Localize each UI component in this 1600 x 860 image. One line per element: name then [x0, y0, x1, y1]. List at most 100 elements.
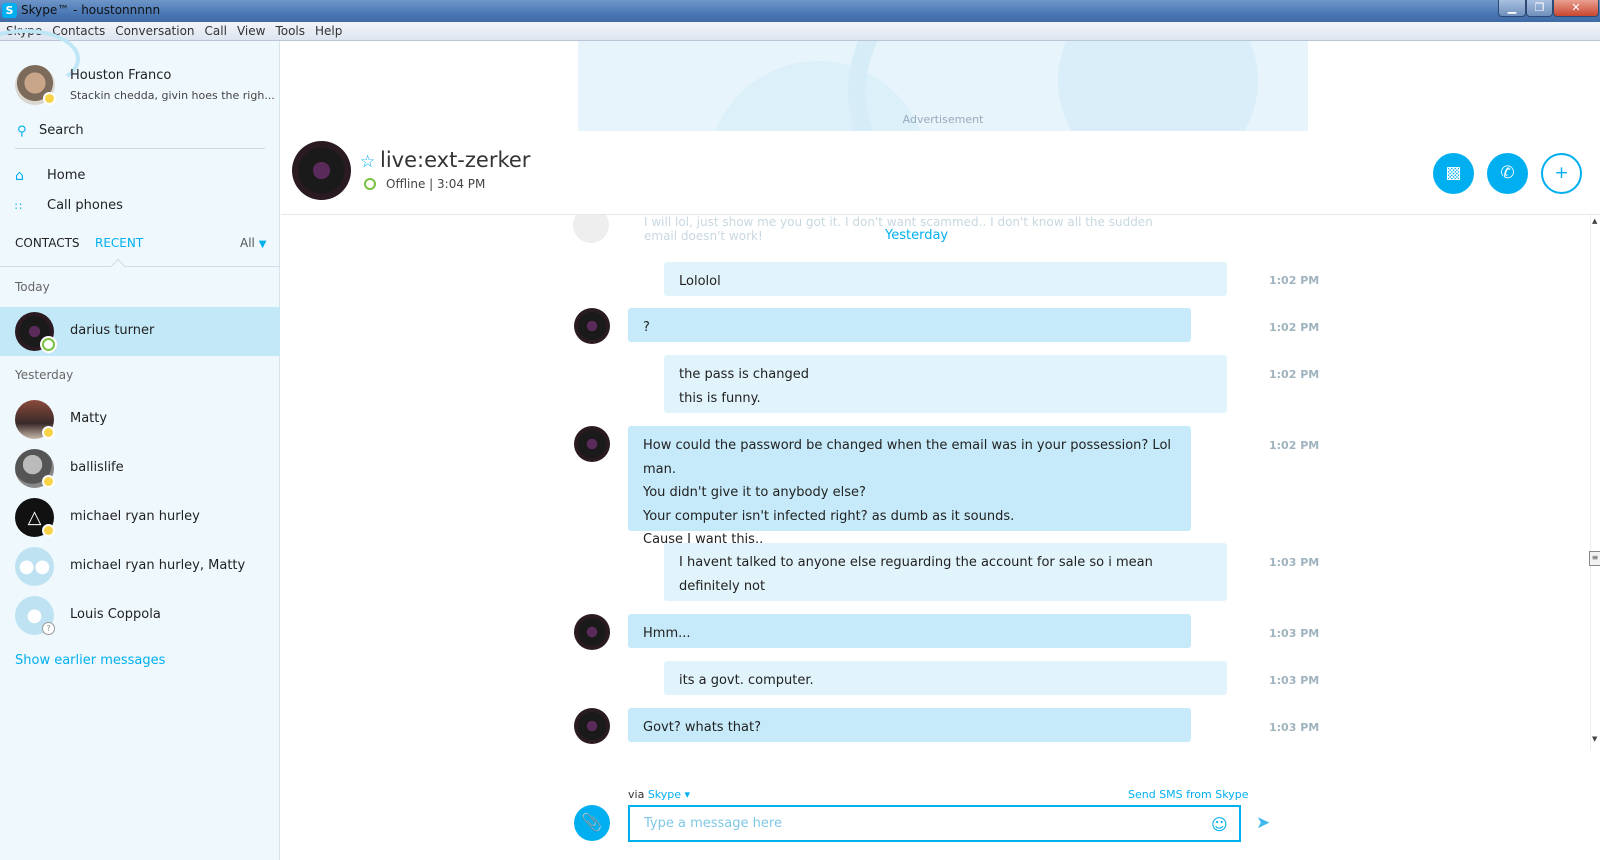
menu-call[interactable]: Call [200, 22, 232, 41]
close-window-button[interactable]: ✕ [1553, 0, 1599, 17]
message-timestamp: 1:02 PM [1269, 321, 1320, 334]
contact-item-michael-ryan-hurley[interactable]: △ michael ryan hurley [0, 493, 280, 542]
presence-offline-icon [364, 178, 376, 190]
message-bubble-incoming[interactable]: Govt? whats that? [628, 708, 1191, 742]
search-label: Search [39, 123, 84, 138]
message-timestamp: 1:03 PM [1269, 556, 1320, 569]
contact-name: michael ryan hurley, Matty [70, 558, 246, 573]
tab-recent[interactable]: RECENT [95, 236, 143, 250]
status-online-icon [42, 338, 55, 351]
show-earlier-messages-link[interactable]: Show earlier messages [15, 653, 165, 668]
menu-bar: Skype Contacts Conversation Call View Tools He… [0, 22, 1600, 41]
contact-item-louis-coppola[interactable]: ● ? Louis Coppola [0, 591, 280, 640]
chat-history[interactable]: I will lol, just show me you got it. I d… [281, 215, 1590, 750]
tab-divider [0, 266, 280, 267]
menu-conversation[interactable]: Conversation [110, 22, 199, 41]
contact-item-darius-turner[interactable]: darius turner [0, 307, 280, 356]
my-mood-message[interactable]: Stackin chedda, givin hoes the righ... [70, 89, 275, 102]
message-input[interactable] [628, 805, 1241, 842]
message-line: the pass is changed [679, 367, 809, 382]
contact-item-ballislife[interactable]: ballislife [0, 444, 280, 493]
message-bubble-incoming[interactable]: ? [628, 308, 1191, 342]
chevron-down-icon: ▾ [684, 788, 691, 801]
scroll-up-arrow-icon[interactable]: ▲ [1592, 217, 1597, 225]
status-away-icon [42, 475, 55, 488]
my-name[interactable]: Houston Franco [70, 68, 171, 83]
status-away-icon [42, 426, 55, 439]
contact-item-group-chat[interactable]: ●● michael ryan hurley, Matty [0, 542, 280, 591]
chat-scrollbar[interactable]: ▲ ≡ ▼ [1589, 215, 1600, 750]
message-line: Your computer isn't infected right? as d… [643, 508, 1015, 524]
video-call-button[interactable]: ▩ [1433, 153, 1474, 194]
phone-icon: ✆ [1500, 163, 1515, 183]
conversation-name[interactable]: live:ext-zerker [380, 148, 530, 172]
conversation-avatar[interactable] [292, 141, 351, 200]
my-status-away-icon[interactable] [43, 92, 56, 105]
scroll-down-arrow-icon[interactable]: ▼ [1592, 735, 1597, 743]
contact-tabs: CONTACTS RECENT All ▼ [15, 236, 270, 260]
presence-text: Offline | 3:04 PM [386, 177, 486, 191]
message-bubble-incoming[interactable]: Hmm... [628, 614, 1191, 648]
message-bubble-outgoing[interactable]: the pass is changed this is funny. [664, 355, 1227, 413]
nav-home[interactable]: ⌂ Home [15, 166, 265, 190]
section-yesterday: Yesterday [15, 368, 74, 382]
video-camera-icon: ▩ [1445, 163, 1462, 183]
message-line: ? [643, 320, 650, 335]
menu-view[interactable]: View [232, 22, 270, 41]
maximize-button[interactable]: ❐ [1526, 0, 1553, 17]
contact-name: darius turner [70, 323, 155, 338]
sidebar: Houston Franco Stackin chedda, givin hoe… [0, 29, 280, 860]
message-timestamp: 1:02 PM [1269, 368, 1320, 381]
emoticon-icon[interactable]: ☺ [1211, 815, 1228, 834]
section-today: Today [15, 280, 50, 294]
message-line: this is funny. [679, 390, 761, 406]
filter-label: All [240, 236, 255, 250]
send-message-icon[interactable]: ➤ [1256, 813, 1270, 833]
message-timestamp: 1:02 PM [1269, 439, 1320, 452]
status-unknown-icon: ? [42, 622, 55, 635]
sender-avatar[interactable] [574, 426, 610, 462]
attach-file-button[interactable]: 📎 [574, 805, 610, 841]
favorite-star-icon[interactable]: ☆ [360, 152, 375, 172]
skype-logo-icon: S [2, 3, 17, 18]
message-timestamp: 1:02 PM [1269, 274, 1320, 287]
sender-avatar[interactable] [574, 614, 610, 650]
message-bubble-outgoing[interactable]: Lololol [664, 262, 1227, 296]
minimize-button[interactable]: ▁ [1498, 0, 1526, 17]
add-people-button[interactable]: + [1541, 153, 1582, 194]
advertisement-label: Advertisement [902, 113, 984, 126]
message-line: definitely not [679, 578, 766, 594]
message-line: You didn't give it to anybody else? [643, 485, 866, 500]
message-line: Lololol [679, 274, 721, 289]
search-box[interactable]: ⚲ Search [15, 121, 265, 149]
send-via-selector[interactable]: via Skype ▾ [628, 788, 690, 801]
day-separator: Yesterday [885, 228, 949, 243]
dialpad-icon: ∷ [15, 200, 22, 213]
faded-avatar [573, 215, 609, 243]
message-line: I havent talked to anyone else reguardin… [679, 555, 1153, 570]
message-bubble-incoming[interactable]: How could the password be changed when t… [628, 426, 1191, 547]
filter-dropdown[interactable]: All ▼ [240, 236, 266, 250]
sender-avatar[interactable] [574, 708, 610, 744]
message-bubble-outgoing[interactable]: its a govt. computer. [664, 661, 1227, 695]
nav-call-phones-label: Call phones [47, 198, 123, 213]
advertisement-banner[interactable]: Advertisement [578, 41, 1308, 131]
scrollbar-thumb[interactable]: ≡ [1589, 551, 1600, 566]
tab-contacts[interactable]: CONTACTS [15, 236, 80, 250]
home-icon: ⌂ [15, 168, 24, 184]
message-timestamp: 1:03 PM [1269, 674, 1320, 687]
menu-help[interactable]: Help [310, 22, 347, 41]
status-away-icon [42, 524, 55, 537]
contact-name: Louis Coppola [70, 607, 161, 622]
sender-avatar[interactable] [574, 308, 610, 344]
menu-tools[interactable]: Tools [270, 22, 310, 41]
nav-home-label: Home [47, 168, 86, 183]
send-sms-link[interactable]: Send SMS from Skype [1128, 788, 1248, 801]
message-bubble-outgoing[interactable]: I havent talked to anyone else reguardin… [664, 543, 1227, 601]
nav-call-phones[interactable]: ∷ Call phones [15, 196, 265, 220]
contact-item-matty[interactable]: Matty [0, 395, 280, 444]
paperclip-icon: 📎 [581, 813, 603, 833]
audio-call-button[interactable]: ✆ [1487, 153, 1528, 194]
search-icon: ⚲ [17, 124, 27, 139]
contact-name: michael ryan hurley [70, 509, 200, 524]
